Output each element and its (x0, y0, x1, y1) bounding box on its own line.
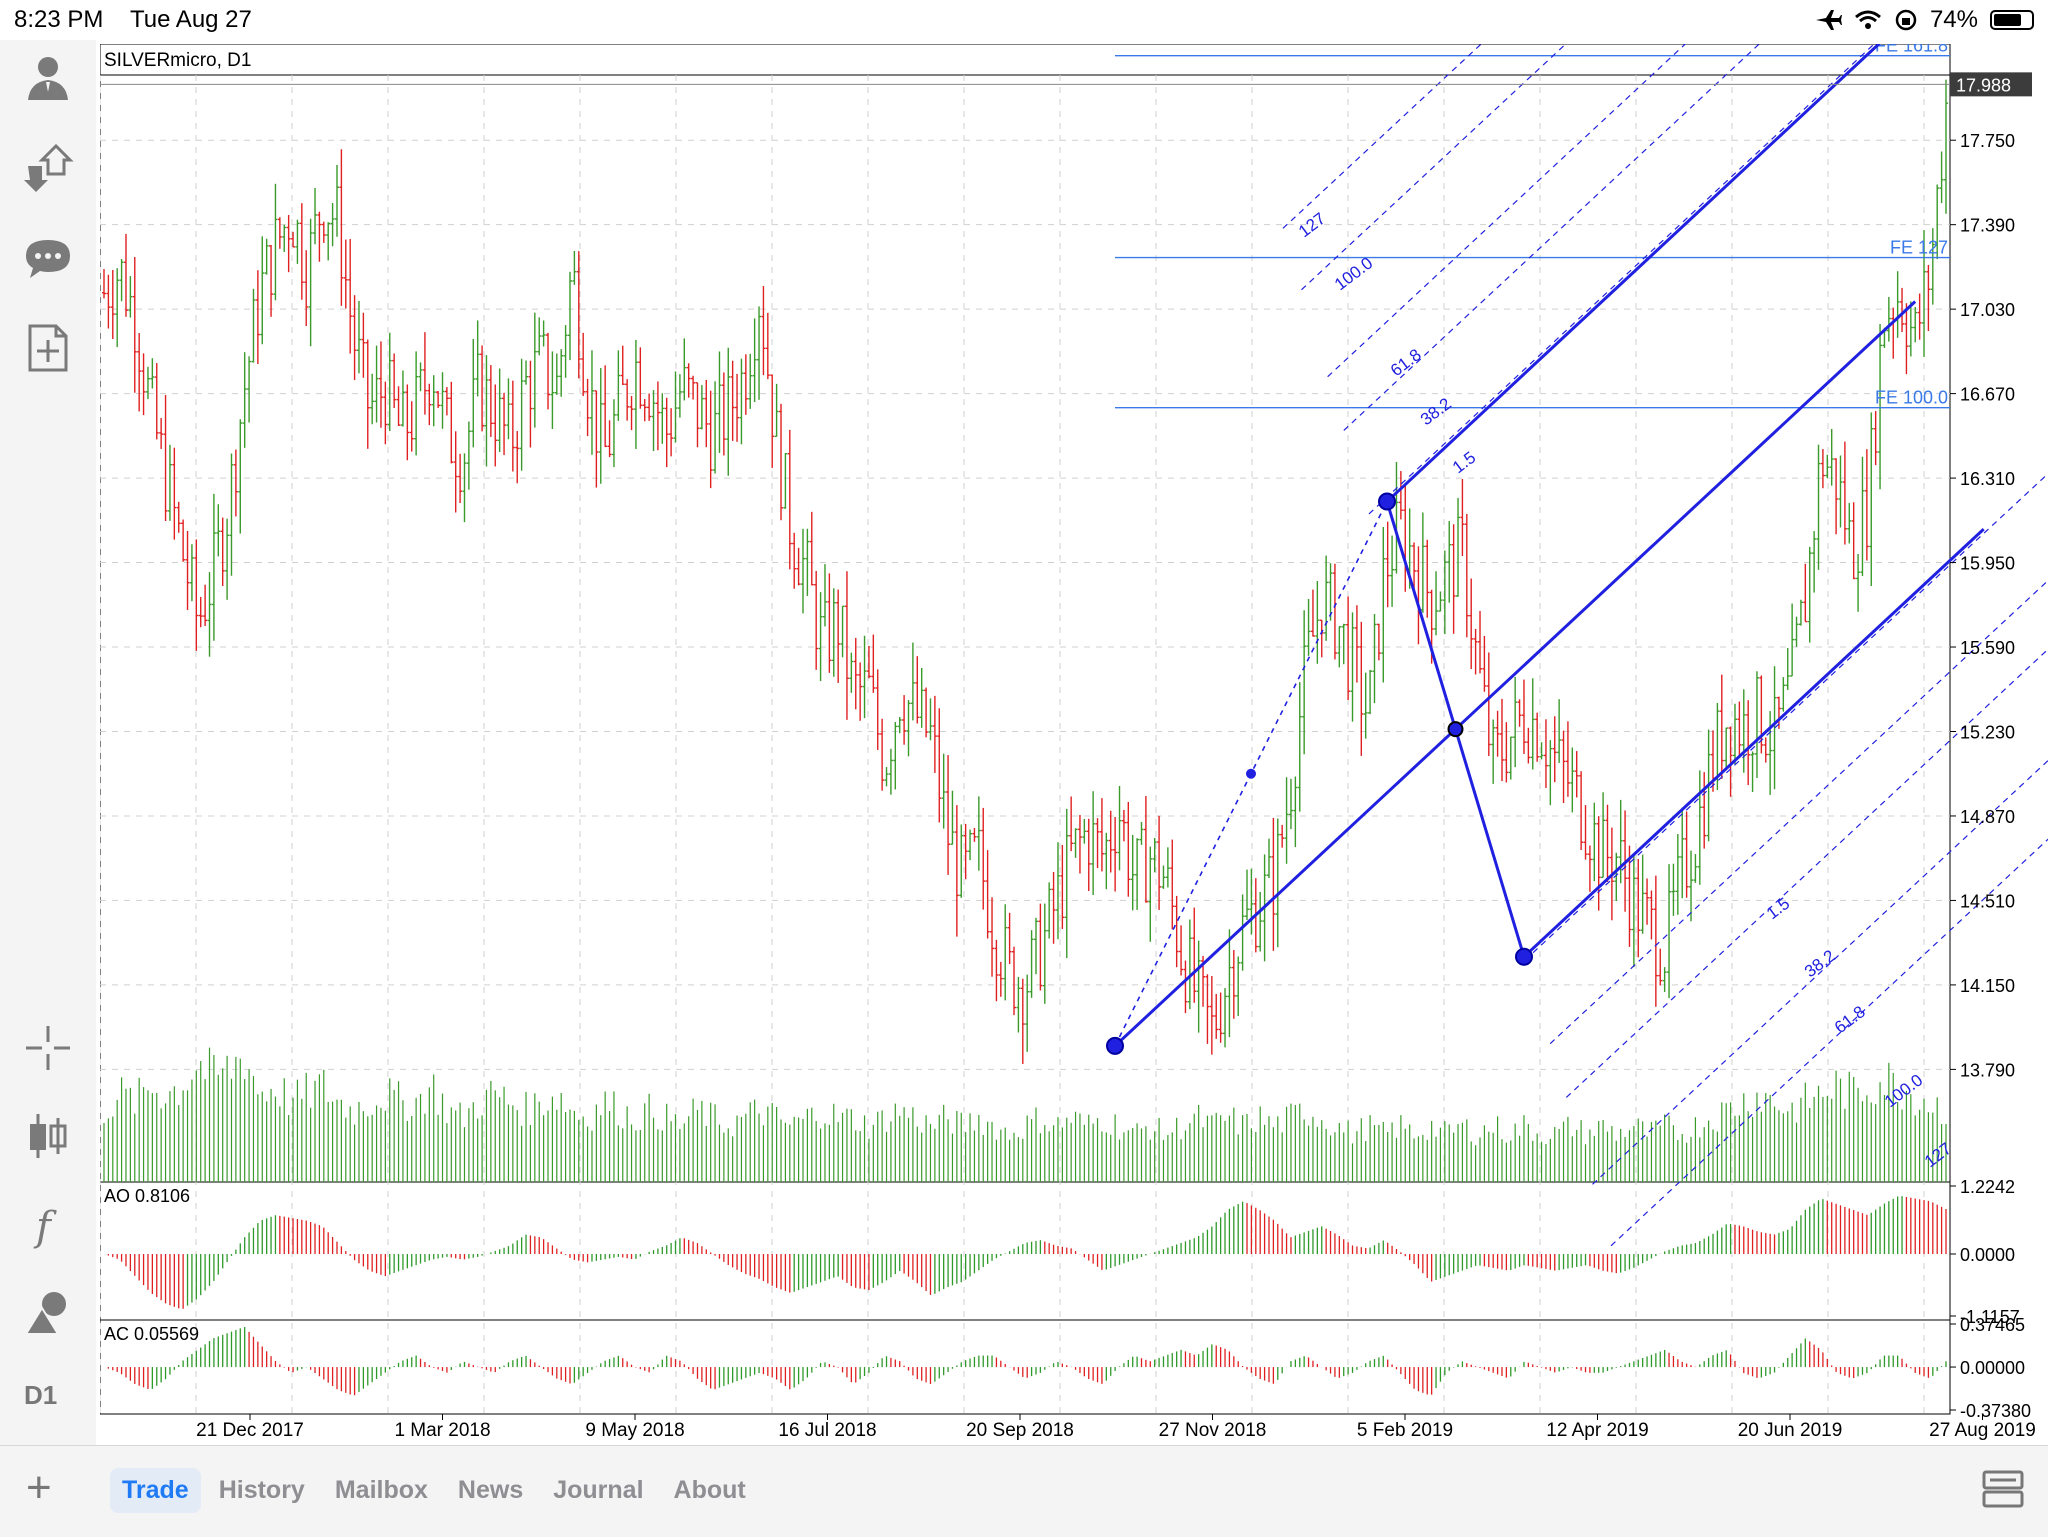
price-tick-label: 16.310 (1960, 469, 2015, 489)
bottom-toolbar: + Trade History Mailbox News Journal Abo… (0, 1445, 2048, 1537)
status-right: 74% (1814, 6, 2034, 34)
person-icon[interactable] (22, 52, 74, 104)
status-date: Tue Aug 27 (130, 6, 252, 34)
pitchfork-anchor (1107, 1038, 1123, 1054)
airplane-icon (1814, 8, 1842, 32)
price-tick-label: 14.150 (1960, 976, 2015, 996)
time-tick-label: 12 Apr 2019 (1546, 1420, 1648, 1441)
tab-news[interactable]: News (446, 1468, 535, 1513)
tab-journal[interactable]: Journal (541, 1468, 655, 1513)
ac-tick-label: 0.00000 (1960, 1358, 2025, 1378)
time-tick-label: 21 Dec 2017 (196, 1420, 304, 1441)
price-tick-label: 13.790 (1960, 1060, 2015, 1080)
trend-midpoint (1246, 769, 1256, 779)
price-tick-label: 17.390 (1960, 216, 2015, 236)
ao-label: AO 0.8106 (104, 1186, 190, 1206)
chat-bubble-icon[interactable] (22, 232, 74, 284)
time-tick-label: 27 Aug 2019 (1929, 1420, 2036, 1441)
ao-tick-label: 1.2242 (1960, 1177, 2015, 1197)
function-icon[interactable]: f (22, 1198, 74, 1250)
price-chart[interactable]: FE 161.8FE 127FE 100.0127100.061.838.21.… (100, 44, 2048, 1444)
current-price-label: 17.988 (1956, 75, 2011, 95)
ac-label: AC 0.05569 (104, 1324, 199, 1344)
bottom-tabs: Trade History Mailbox News Journal About (110, 1468, 758, 1513)
time-tick-label: 27 Nov 2018 (1159, 1420, 1267, 1441)
pitchfork-anchor (1379, 494, 1395, 510)
trade-arrows-icon[interactable] (22, 144, 74, 196)
candlestick-icon[interactable] (22, 1110, 74, 1162)
time-tick-label: 9 May 2018 (585, 1420, 684, 1441)
chart-frame (100, 44, 1950, 1414)
pitchfork-anchor (1516, 949, 1532, 965)
status-bar: 8:23 PM Tue Aug 27 74% (0, 0, 2048, 40)
time-tick-label: 16 Jul 2018 (778, 1420, 876, 1441)
svg-text:f: f (33, 1204, 57, 1250)
add-icon[interactable]: + (26, 1468, 52, 1508)
ac-tick-label: -0.37380 (1960, 1401, 2031, 1421)
time-tick-label: 5 Feb 2019 (1357, 1420, 1453, 1441)
price-tick-label: 17.750 (1960, 131, 2015, 151)
price-tick-label: 14.870 (1960, 807, 2015, 827)
price-tick-label: 16.670 (1960, 385, 2015, 405)
shapes-icon[interactable] (22, 1286, 74, 1338)
price-tick-label: 15.950 (1960, 554, 2015, 574)
tab-mailbox[interactable]: Mailbox (323, 1468, 440, 1513)
pitchfork-median-anchor (1449, 722, 1463, 736)
symbol-label: SILVERmicro, D1 (104, 50, 251, 71)
tab-trade[interactable]: Trade (110, 1468, 201, 1513)
time-tick-label: 20 Jun 2019 (1738, 1420, 1843, 1441)
battery-icon (1990, 10, 2034, 30)
ac-tick-label: 0.37465 (1960, 1315, 2025, 1335)
fibo-expansion-label: FE 100.0 (1875, 388, 1948, 408)
timeframe-label[interactable]: D1 (24, 1380, 57, 1411)
time-tick-label: 1 Mar 2018 (394, 1420, 490, 1441)
tab-about[interactable]: About (662, 1468, 758, 1513)
add-document-icon[interactable] (22, 322, 74, 374)
crosshair-icon[interactable] (22, 1022, 74, 1074)
rotation-lock-icon (1894, 8, 1918, 32)
price-tick-label: 14.510 (1960, 891, 2015, 911)
price-tick-label: 15.590 (1960, 638, 2015, 658)
price-tick-label: 15.230 (1960, 722, 2015, 742)
chart-grid (100, 44, 1950, 1414)
time-tick-label: 20 Sep 2018 (966, 1420, 1074, 1441)
battery-percent: 74% (1930, 6, 1978, 34)
wifi-icon (1854, 9, 1882, 31)
status-time: 8:23 PM (14, 6, 103, 34)
fibo-expansion-label: FE 127 (1890, 238, 1948, 258)
panel-layout-icon[interactable] (1980, 1466, 2026, 1512)
tab-history[interactable]: History (207, 1468, 317, 1513)
left-toolbar: f D1 (0, 40, 96, 1445)
fibo-expansion-label: FE 161.8 (1875, 44, 1948, 56)
price-tick-label: 17.030 (1960, 300, 2015, 320)
ao-tick-label: 0.0000 (1960, 1245, 2015, 1265)
